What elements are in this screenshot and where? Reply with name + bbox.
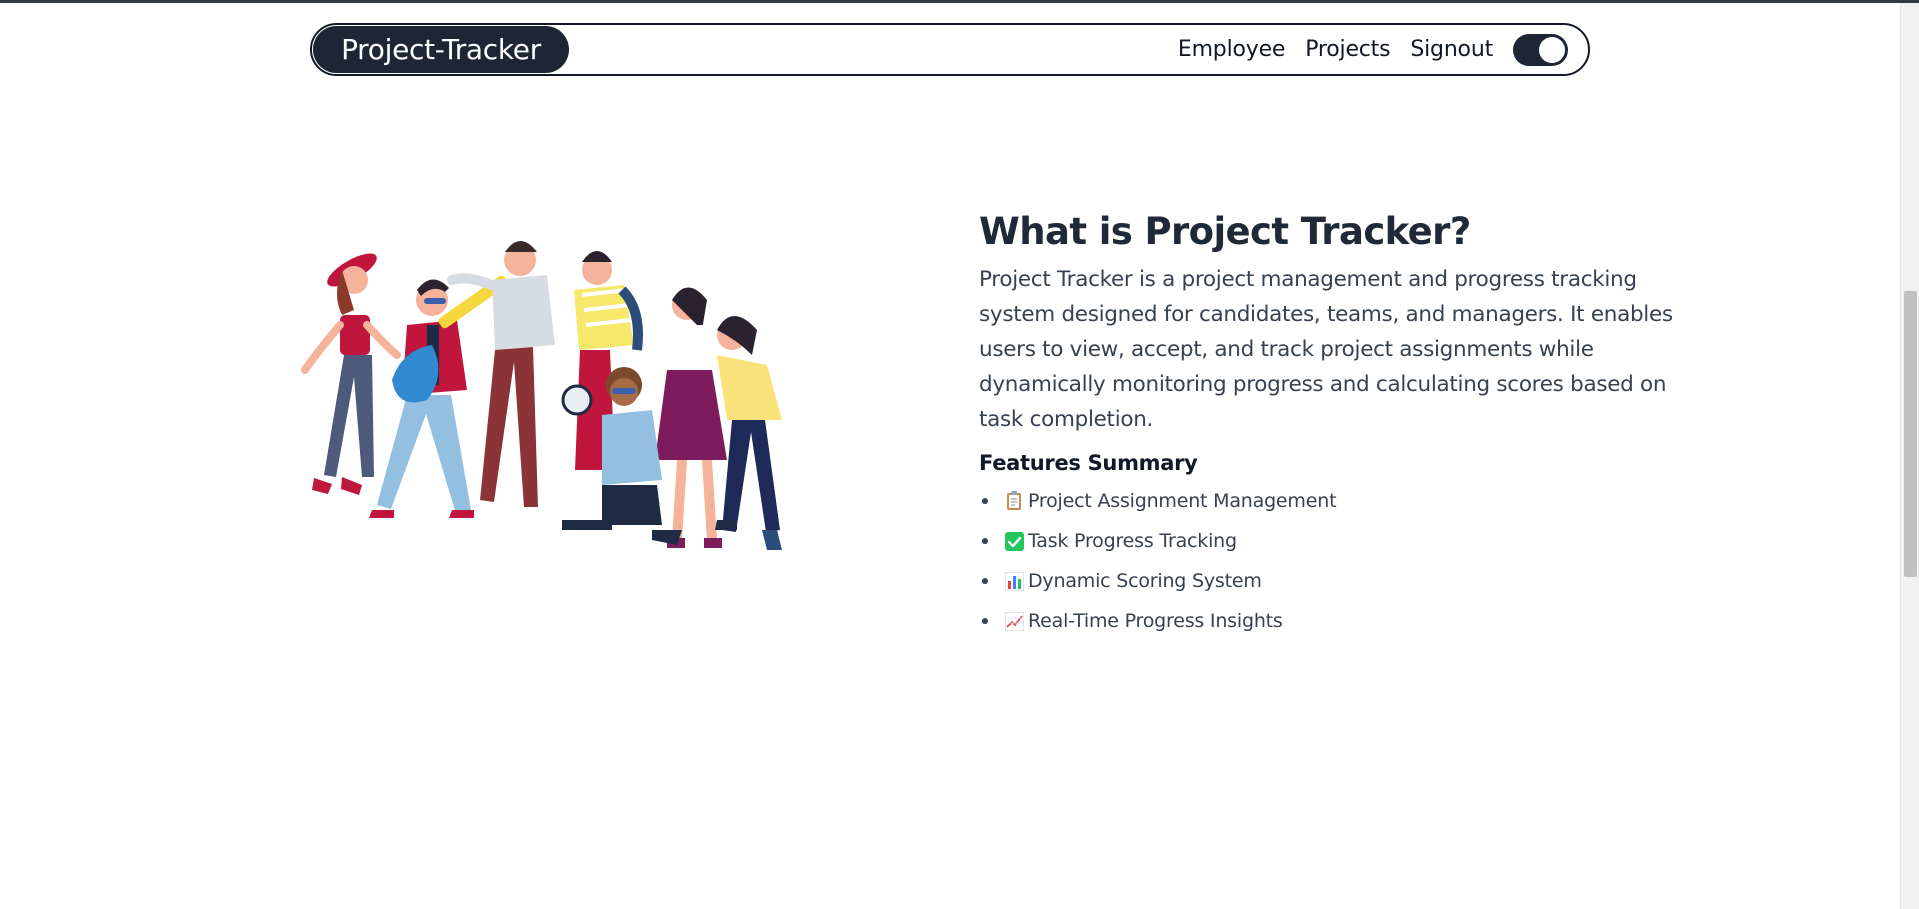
- person-yellow-top: [715, 316, 782, 550]
- nav-link-projects[interactable]: Projects: [1305, 37, 1390, 62]
- nav-link-employee[interactable]: Employee: [1178, 37, 1286, 62]
- feature-label: Project Assignment Management: [1028, 490, 1337, 512]
- chart-increasing-icon: [1004, 611, 1024, 631]
- feature-label: Task Progress Tracking: [1028, 530, 1237, 552]
- features-title: Features Summary: [979, 451, 1198, 475]
- scrollbar-thumb[interactable]: [1904, 291, 1917, 577]
- brand-logo[interactable]: Project-Tracker: [313, 26, 569, 73]
- person-red-hat: [301, 253, 401, 495]
- bullet: [982, 498, 988, 504]
- feature-label: Real-Time Progress Insights: [1028, 610, 1283, 632]
- vertical-scrollbar[interactable]: [1900, 3, 1919, 909]
- bullet: [982, 618, 988, 624]
- check-mark-icon: [1004, 531, 1024, 551]
- feature-item: Project Assignment Management: [979, 481, 1699, 521]
- features-list: Project Assignment Management Task Progr…: [979, 481, 1699, 641]
- feature-label: Dynamic Scoring System: [1028, 570, 1262, 592]
- feature-item: Dynamic Scoring System: [979, 561, 1699, 601]
- window-top-strip: [0, 0, 1919, 3]
- person-mustache: [447, 241, 555, 507]
- clipboard-icon: [1004, 491, 1024, 511]
- person-purple-dress: [655, 287, 727, 548]
- page-title: What is Project Tracker?: [979, 210, 1471, 253]
- feature-item: Real-Time Progress Insights: [979, 601, 1699, 641]
- bullet: [982, 538, 988, 544]
- bullet: [982, 578, 988, 584]
- navbar: Project-Tracker Employee Projects Signou…: [310, 23, 1590, 76]
- about-section: What is Project Tracker? Project Tracker…: [979, 208, 1699, 641]
- description-text: Project Tracker is a project management …: [979, 267, 1673, 432]
- team-illustration: [301, 241, 782, 550]
- bar-chart-icon: [1004, 571, 1024, 591]
- nav-link-signout[interactable]: Signout: [1410, 37, 1493, 62]
- nav-links: Employee Projects Signout: [1158, 25, 1568, 74]
- toggle-knob: [1539, 36, 1565, 63]
- theme-toggle[interactable]: [1513, 33, 1568, 66]
- feature-item: Task Progress Tracking: [979, 521, 1699, 561]
